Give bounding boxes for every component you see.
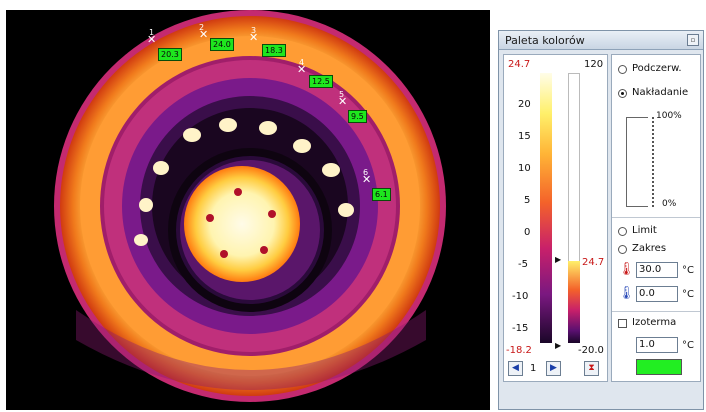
opacity-slider-track[interactable] — [626, 117, 648, 207]
prev-palette-button[interactable]: ◀ — [508, 361, 523, 376]
left-arrow-icon: ◀ — [512, 363, 519, 373]
lower-temp-unit: °C — [682, 289, 694, 300]
scale-tick-20: 20 — [518, 99, 531, 110]
upper-temp-unit: °C — [682, 265, 694, 276]
scale-max-value: 24.7 — [508, 59, 531, 70]
color-gradient-bar[interactable] — [540, 73, 552, 343]
scale-min-value: -18.2 — [506, 345, 532, 356]
marker-value-3[interactable]: 18.3 — [262, 44, 286, 57]
panel-title: Paleta kolorów — [505, 34, 585, 47]
app-root: ✕ 1 20.3 ✕ 2 24.0 ✕ 3 18.3 ✕ 4 12.5 ✕ 5 … — [0, 0, 706, 412]
hourglass-icon: ⧗ — [588, 363, 595, 373]
scale-tick-5: 5 — [524, 195, 531, 206]
options-separator-1 — [612, 217, 700, 218]
scale-right-max-value: 120 — [584, 59, 604, 70]
izoterma-label: Izoterma — [632, 317, 677, 328]
izoterma-field[interactable]: 1.0 — [636, 337, 678, 353]
next-palette-button[interactable]: ▶ — [546, 361, 561, 376]
podczerw-radio[interactable] — [618, 65, 627, 74]
scale-bottom-arrow[interactable]: ▶ — [555, 341, 561, 350]
scale-tick-minus-10: -10 — [512, 291, 529, 302]
opacity-slider-scale — [652, 117, 654, 207]
zakres-label: Zakres — [632, 243, 667, 254]
palette-page-number: 1 — [530, 363, 537, 374]
marker-value-4[interactable]: 12.5 — [309, 75, 333, 88]
izoterma-checkbox[interactable] — [618, 319, 627, 328]
upper-temp-field[interactable]: 30.0 — [636, 262, 678, 278]
marker-value-6[interactable]: 6.1 — [372, 188, 391, 201]
izoterma-color-swatch[interactable] — [636, 359, 682, 375]
panel-titlebar[interactable]: Paleta kolorów ▫ — [499, 31, 703, 50]
scale-tick-0: 0 — [524, 227, 531, 238]
lower-temp-value: 0.0 — [639, 288, 655, 299]
scale-tick-15: 15 — [518, 131, 531, 142]
lower-temp-field[interactable]: 0.0 — [636, 286, 678, 302]
palette-options-box: Podczerw. Nakładanie 100% 0% Limit Zakre… — [611, 54, 701, 382]
scale-indicator-arrow[interactable]: ▶ — [555, 255, 561, 264]
auto-range-button[interactable]: ⧗ — [584, 361, 599, 376]
options-separator-2 — [612, 311, 700, 312]
zakres-radio[interactable] — [618, 245, 627, 254]
marker-value-1[interactable]: 20.3 — [158, 48, 182, 61]
marker-value-5[interactable]: 9.5 — [348, 110, 367, 123]
izoterma-unit: °C — [682, 340, 694, 351]
scale-right-min-value: -20.0 — [578, 345, 604, 356]
marker-number-2: 2 — [199, 23, 205, 32]
palette-panel: Paleta kolorów ▫ 24.7 120 20 15 10 5 0 -… — [498, 30, 704, 410]
panel-restore-button[interactable]: ▫ — [687, 34, 699, 46]
right-arrow-icon: ▶ — [550, 363, 557, 373]
color-scale-box: 24.7 120 20 15 10 5 0 -5 -10 -15 ▶ 24.7 … — [503, 54, 608, 382]
marker-value-2[interactable]: 24.0 — [210, 38, 234, 51]
opacity-min-label: 0% — [662, 199, 677, 209]
izoterma-value: 1.0 — [639, 339, 655, 350]
scale-indicator-value: 24.7 — [582, 257, 605, 268]
opacity-max-label: 100% — [656, 111, 682, 121]
marker-number-5: 5 — [339, 90, 345, 99]
marker-number-3: 3 — [251, 26, 257, 35]
nakladanie-radio[interactable] — [618, 89, 627, 98]
upper-temp-value: 30.0 — [639, 264, 662, 275]
thermal-image-graphic — [54, 10, 446, 402]
nakladanie-label: Nakładanie — [632, 87, 689, 98]
thermometer-hot-icon: 🌡 — [618, 262, 635, 277]
podczerw-label: Podczerw. — [632, 63, 682, 74]
marker-number-4: 4 — [299, 58, 305, 67]
marker-number-1: 1 — [149, 28, 155, 37]
overlay-gradient-bar — [568, 261, 580, 343]
thermometer-cold-icon: 🌡 — [618, 286, 635, 301]
thermal-image[interactable]: ✕ 1 20.3 ✕ 2 24.0 ✕ 3 18.3 ✕ 4 12.5 ✕ 5 … — [6, 10, 490, 410]
limit-radio[interactable] — [618, 227, 627, 236]
scale-tick-minus-15: -15 — [512, 323, 529, 334]
scale-tick-10: 10 — [518, 163, 531, 174]
scale-tick-minus-5: -5 — [518, 259, 528, 270]
marker-number-6: 6 — [363, 168, 369, 177]
limit-label: Limit — [632, 225, 657, 236]
